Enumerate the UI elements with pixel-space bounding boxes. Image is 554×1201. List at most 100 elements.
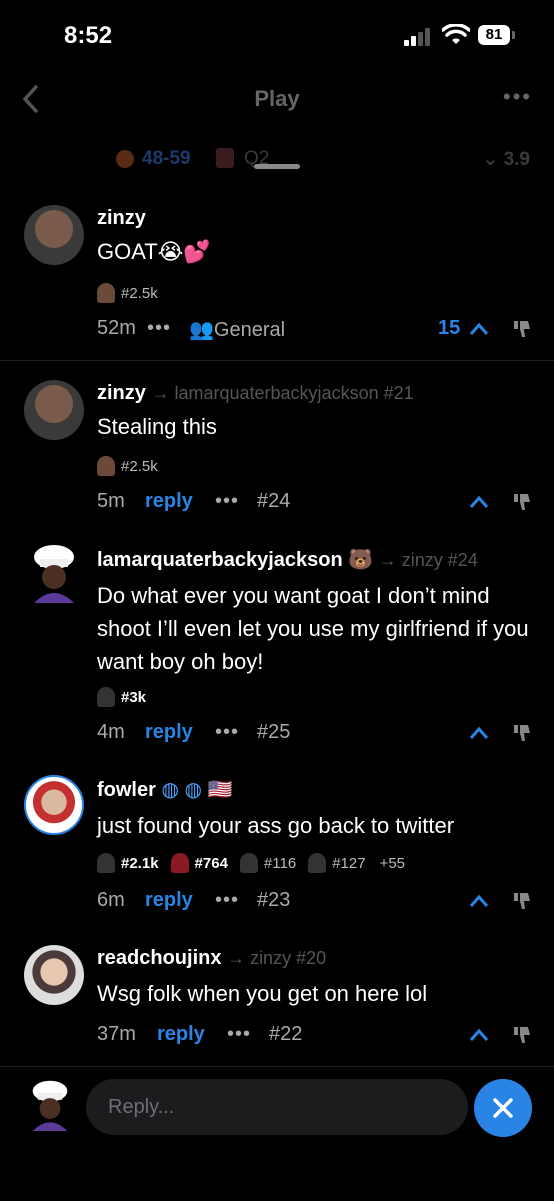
avatar[interactable]	[24, 205, 84, 265]
team-logo-icon	[116, 150, 134, 168]
avatar[interactable]	[24, 543, 84, 603]
comment-actions: 37m reply ••• #22	[97, 1019, 537, 1049]
upvote-icon[interactable]	[469, 894, 489, 908]
reply-button[interactable]: reply	[157, 1023, 205, 1046]
scoreboard[interactable]: 48-59 Q2 ⌄ 3.9	[0, 142, 554, 178]
downvote-icon[interactable]	[512, 1025, 532, 1045]
comment: zinzy → lamarquaterbackyjackson #21 Stea…	[0, 370, 554, 525]
username-text: lamarquaterbackyjackson	[97, 549, 343, 571]
comment-number: #22	[269, 1023, 303, 1045]
comment: fowler ◍ ◍ 🇺🇸 just found your ass go bac…	[0, 765, 554, 925]
nav-bar: Play •••	[0, 72, 554, 128]
username[interactable]: lamarquaterbackyjackson 🐻 → zinzy #24	[97, 547, 478, 572]
upvote-icon[interactable]	[469, 322, 489, 336]
more-icon[interactable]: •••	[215, 490, 239, 513]
more-badges-count[interactable]: +55	[380, 855, 405, 872]
badge-label: #116	[263, 854, 297, 872]
page-title: Play	[254, 86, 300, 111]
reply-to-text: zinzy #24	[401, 550, 478, 570]
team-badge-icon	[170, 853, 189, 873]
badge-label: #2.5k	[121, 284, 158, 302]
reply-to-text: lamarquaterbackyjackson #21	[174, 383, 414, 403]
player-badge-icon	[239, 853, 258, 873]
downvote-icon[interactable]	[512, 723, 532, 743]
wifi-icon	[442, 24, 470, 44]
comment-text: Wsg folk when you get on here lol	[97, 981, 428, 1006]
reply-button[interactable]: reply	[145, 490, 193, 513]
people-icon: 👥	[189, 319, 214, 341]
upvote-icon[interactable]	[469, 495, 489, 509]
avatar[interactable]	[24, 945, 84, 1005]
odds-text: ⌄ 3.9	[482, 148, 530, 171]
comment-number: #24	[257, 490, 291, 512]
upvote-icon[interactable]	[469, 1028, 489, 1042]
downvote-icon[interactable]	[512, 319, 532, 339]
username-text: zinzy	[97, 382, 146, 404]
reply-to-text: zinzy #20	[250, 948, 327, 968]
us-flag-icon: 🇺🇸	[207, 779, 233, 801]
comment-text: just found your ass go back to twitter	[97, 813, 455, 838]
player-badge-icon	[97, 456, 115, 476]
comment-number: #25	[257, 721, 291, 743]
odds-value: 3.9	[503, 149, 530, 170]
comment-actions: 52m ••• 👥General 15	[97, 313, 537, 343]
verified-icon: ◍ ◍	[161, 779, 202, 801]
divider	[0, 360, 554, 361]
badge-row: #3k	[97, 687, 146, 707]
reply-button[interactable]: reply	[145, 889, 193, 912]
status-time: 8:52	[64, 22, 113, 49]
comment-text: Do what ever you want goat I don’t mind …	[97, 583, 529, 674]
more-icon[interactable]: •••	[215, 889, 239, 912]
team-logo-icon	[216, 148, 234, 168]
comment-age: 4m	[97, 721, 125, 743]
more-options-icon[interactable]: •••	[503, 84, 532, 110]
badge-label: #127	[332, 854, 366, 872]
avatar[interactable]	[24, 380, 84, 440]
badge-row: #2.5k	[97, 283, 158, 303]
status-bar: 8:52 81	[0, 0, 554, 72]
cellular-signal-icon	[404, 28, 434, 46]
channel-label: General	[213, 319, 286, 341]
more-icon[interactable]: •••	[147, 317, 171, 340]
username[interactable]: fowler ◍ ◍ 🇺🇸	[97, 777, 232, 802]
reply-button[interactable]: reply	[145, 721, 193, 744]
avatar[interactable]	[24, 775, 84, 835]
reply-composer: Reply...	[0, 1066, 554, 1201]
reply-to[interactable]: → zinzy #24	[379, 550, 478, 570]
drag-handle[interactable]	[254, 164, 300, 169]
close-button[interactable]	[474, 1079, 532, 1137]
user-avatar[interactable]	[24, 1077, 76, 1133]
reply-input[interactable]: Reply...	[86, 1079, 468, 1135]
username[interactable]: readchoujinx → zinzy #20	[97, 947, 326, 970]
comment: lamarquaterbackyjackson 🐻 → zinzy #24 Do…	[0, 535, 554, 755]
username-text: readchoujinx	[97, 947, 222, 969]
more-icon[interactable]: •••	[215, 721, 239, 744]
comment-actions: 5m reply ••• #24	[97, 486, 537, 516]
username-text: fowler	[97, 779, 156, 801]
badge-label: #2.5k	[121, 457, 158, 475]
player-badge-icon	[97, 853, 115, 873]
downvote-icon[interactable]	[512, 891, 532, 911]
battery-icon: 81	[478, 25, 515, 45]
score-text: 48-59	[142, 148, 191, 169]
badge-label: #3k	[121, 688, 147, 706]
comment-actions: 6m reply ••• #23	[97, 885, 537, 915]
comment-number: #23	[257, 889, 291, 911]
reply-to[interactable]: → lamarquaterbackyjackson #21	[151, 383, 413, 403]
username[interactable]: zinzy	[97, 207, 146, 230]
player-badge-icon	[308, 853, 327, 873]
comment-age: 6m	[97, 889, 125, 911]
player-badge-icon	[97, 283, 115, 303]
more-icon[interactable]: •••	[227, 1023, 251, 1046]
close-icon	[493, 1098, 513, 1118]
trend-icon: ⌄	[482, 149, 504, 170]
badge-label: #2.1k	[121, 854, 159, 872]
downvote-icon[interactable]	[512, 492, 532, 512]
username[interactable]: zinzy → lamarquaterbackyjackson #21	[97, 382, 414, 405]
channel-tag[interactable]: 👥General	[189, 317, 285, 342]
comment: readchoujinx → zinzy #20 Wsg folk when y…	[0, 935, 554, 1060]
comment-text: GOAT😭💕	[97, 239, 211, 264]
badge-row: #2.1k #764 #116 #127 +55	[97, 853, 405, 873]
reply-to[interactable]: → zinzy #20	[227, 948, 326, 968]
upvote-icon[interactable]	[469, 726, 489, 740]
